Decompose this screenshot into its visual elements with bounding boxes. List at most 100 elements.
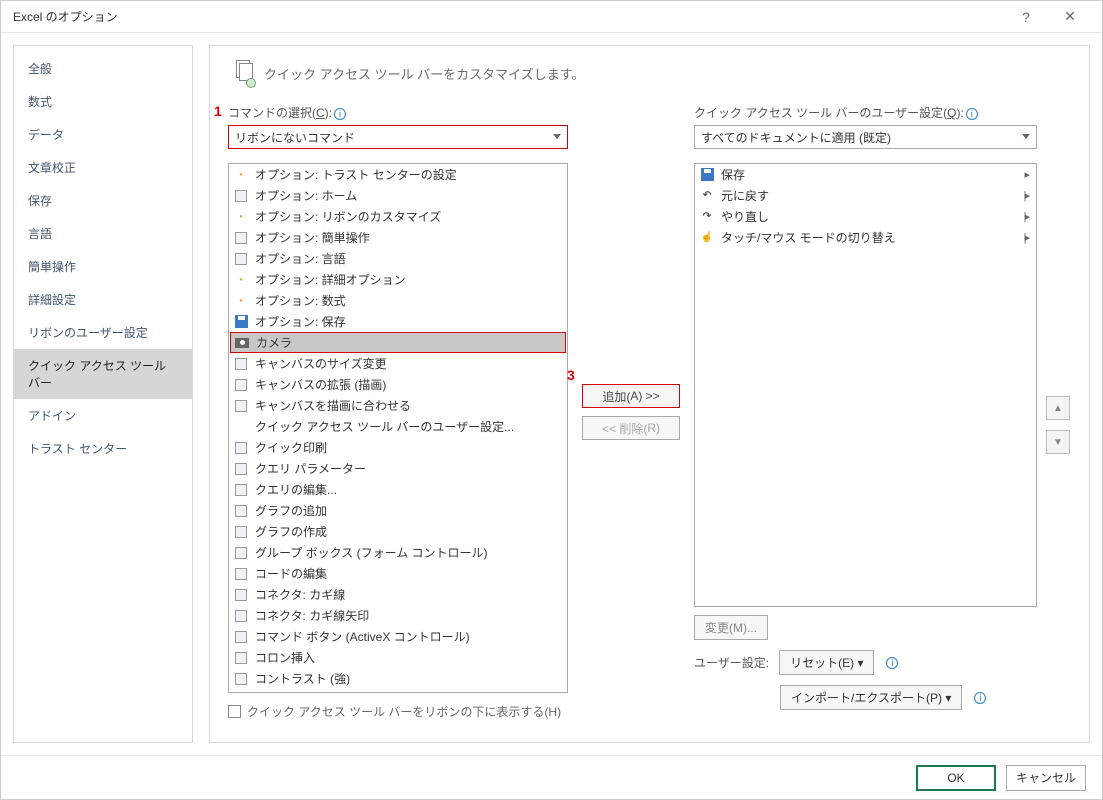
info-icon[interactable]: i: [974, 692, 986, 704]
custom-label: ユーザー設定:: [694, 654, 769, 671]
command-item[interactable]: コネクタ: カギ線: [229, 584, 567, 605]
close-icon[interactable]: ✕: [1048, 8, 1092, 25]
show-below-ribbon-checkbox[interactable]: [228, 705, 241, 718]
command-icon: [233, 461, 249, 477]
command-label: コマンド ボタン (ActiveX コントロール): [255, 628, 470, 645]
command-label: オプション: 言語: [255, 250, 346, 267]
sidebar-item-11[interactable]: トラスト センター: [14, 432, 192, 465]
qat-item[interactable]: ↷やり直し|▸: [695, 206, 1036, 227]
command-item[interactable]: コロン挿入: [229, 647, 567, 668]
command-item[interactable]: クエリの編集...: [229, 479, 567, 500]
command-item[interactable]: コードの編集: [229, 563, 567, 584]
sidebar-item-10[interactable]: アドイン: [14, 399, 192, 432]
command-item[interactable]: オプション: 保存: [229, 311, 567, 332]
callout-3: 3: [567, 367, 575, 383]
command-item[interactable]: コネクタ: カギ線矢印: [229, 605, 567, 626]
sidebar-item-4[interactable]: 保存: [14, 184, 192, 217]
command-label: グラフの作成: [255, 523, 327, 540]
qat-item[interactable]: ↶元に戻す|▸: [695, 185, 1036, 206]
sidebar-item-5[interactable]: 言語: [14, 217, 192, 250]
command-item[interactable]: オプション: 詳細オプション: [229, 269, 567, 290]
help-icon[interactable]: ?: [1004, 9, 1048, 25]
command-label: コードの編集: [255, 565, 327, 582]
qat-item[interactable]: 保存 ▸: [695, 164, 1036, 185]
command-icon: [233, 398, 249, 414]
reset-button[interactable]: リセット(E) ▾: [779, 650, 874, 675]
command-label: オプション: 簡単操作: [255, 229, 370, 246]
scope-combo[interactable]: すべてのドキュメントに適用 (既定): [694, 125, 1037, 149]
expand-icon[interactable]: |▸: [1024, 231, 1028, 244]
command-icon: [233, 377, 249, 393]
command-label: クイック印刷: [255, 439, 327, 456]
choose-commands-combo[interactable]: リボンにないコマンド: [228, 125, 568, 149]
qat-item[interactable]: ☝ タッチ/マウス モードの切り替え |▸: [695, 227, 1036, 248]
customize-qat-label: クイック アクセス ツール バーのユーザー設定(Q):i: [694, 104, 1037, 121]
qat-label: タッチ/マウス モードの切り替え: [721, 229, 896, 246]
command-item[interactable]: コマンド ボタン (ActiveX コントロール): [229, 626, 567, 647]
command-label: キャンバスを描画に合わせる: [255, 397, 411, 414]
sidebar-item-0[interactable]: 全般: [14, 52, 192, 85]
remove-button[interactable]: << 削除(R): [582, 416, 680, 440]
command-item[interactable]: オプション: ホーム: [229, 185, 567, 206]
command-label: オプション: トラスト センターの設定: [255, 166, 457, 183]
info-icon[interactable]: i: [886, 657, 898, 669]
command-item[interactable]: グループ ボックス (フォーム コントロール): [229, 542, 567, 563]
command-item[interactable]: カメラ: [230, 332, 566, 353]
qat-listbox[interactable]: 保存▸↶元に戻す|▸↷やり直し|▸☝タッチ/マウス モードの切り替え|▸ ▲ ▼: [694, 163, 1037, 607]
sidebar-item-8[interactable]: リボンのユーザー設定: [14, 316, 192, 349]
sidebar-item-9[interactable]: クイック アクセス ツール バー: [14, 349, 192, 399]
chevron-down-icon: [553, 134, 561, 139]
add-button[interactable]: 3 追加(A) >>: [582, 384, 680, 408]
ok-button[interactable]: OK: [916, 765, 996, 791]
command-label: キャンバスの拡張 (描画): [255, 376, 386, 393]
command-label: キャンバスのサイズ変更: [255, 355, 387, 372]
command-item[interactable]: グラフの作成: [229, 521, 567, 542]
command-item[interactable]: キャンバスのサイズ変更: [229, 353, 567, 374]
command-item[interactable]: オプション: 言語: [229, 248, 567, 269]
info-icon[interactable]: i: [966, 108, 978, 120]
import-export-button[interactable]: インポート/エクスポート(P) ▾: [780, 685, 962, 710]
info-icon[interactable]: i: [334, 108, 346, 120]
command-item[interactable]: オプション: トラスト センターの設定: [229, 164, 567, 185]
command-item[interactable]: オプション: 数式: [229, 290, 567, 311]
callout-1: 1: [214, 103, 222, 119]
command-label: クイック アクセス ツール バーのユーザー設定...: [255, 418, 514, 435]
command-label: グループ ボックス (フォーム コントロール): [255, 544, 488, 561]
command-item[interactable]: オプション: リボンのカスタマイズ: [229, 206, 567, 227]
command-label: オプション: 詳細オプション: [255, 271, 406, 288]
command-item[interactable]: キャンバスを描画に合わせる: [229, 395, 567, 416]
command-item[interactable]: グラフの追加: [229, 500, 567, 521]
command-item[interactable]: コントラスト (強): [229, 668, 567, 689]
command-label: クエリの編集...: [255, 481, 337, 498]
command-icon: [233, 566, 249, 582]
command-label: グラフの追加: [255, 502, 327, 519]
commands-listbox[interactable]: 2 オプション: トラスト センターの設定オプション: ホームオプション: リボ…: [228, 163, 568, 693]
sidebar-item-6[interactable]: 簡単操作: [14, 250, 192, 283]
window-title: Excel のオプション: [13, 8, 1004, 25]
command-item[interactable]: クイック アクセス ツール バーのユーザー設定...: [229, 416, 567, 437]
titlebar: Excel のオプション ? ✕: [1, 1, 1102, 33]
qat-label: やり直し: [721, 208, 769, 225]
main-panel: クイック アクセス ツール バーをカスタマイズします。 1 コマンドの選択(C)…: [209, 45, 1090, 743]
expand-icon[interactable]: ▸: [1024, 168, 1028, 181]
chevron-down-icon: [1022, 134, 1030, 139]
footer: OK キャンセル: [1, 755, 1102, 799]
expand-icon[interactable]: |▸: [1024, 189, 1028, 202]
command-item[interactable]: クイック印刷: [229, 437, 567, 458]
command-item[interactable]: キャンバスの拡張 (描画): [229, 374, 567, 395]
command-item[interactable]: クエリ パラメーター: [229, 458, 567, 479]
command-label: オプション: 保存: [255, 313, 346, 330]
sidebar-item-1[interactable]: 数式: [14, 85, 192, 118]
sidebar-item-2[interactable]: データ: [14, 118, 192, 151]
modify-button[interactable]: 変更(M)...: [694, 615, 768, 640]
move-down-button[interactable]: ▼: [1046, 430, 1070, 454]
cancel-button[interactable]: キャンセル: [1006, 765, 1086, 791]
move-up-button[interactable]: ▲: [1046, 396, 1070, 420]
command-item[interactable]: オプション: 簡単操作: [229, 227, 567, 248]
qat-label: 保存: [721, 166, 745, 183]
command-icon: [233, 188, 249, 204]
touch-icon: ☝: [699, 230, 715, 246]
sidebar-item-3[interactable]: 文章校正: [14, 151, 192, 184]
sidebar-item-7[interactable]: 詳細設定: [14, 283, 192, 316]
expand-icon[interactable]: |▸: [1024, 210, 1028, 223]
